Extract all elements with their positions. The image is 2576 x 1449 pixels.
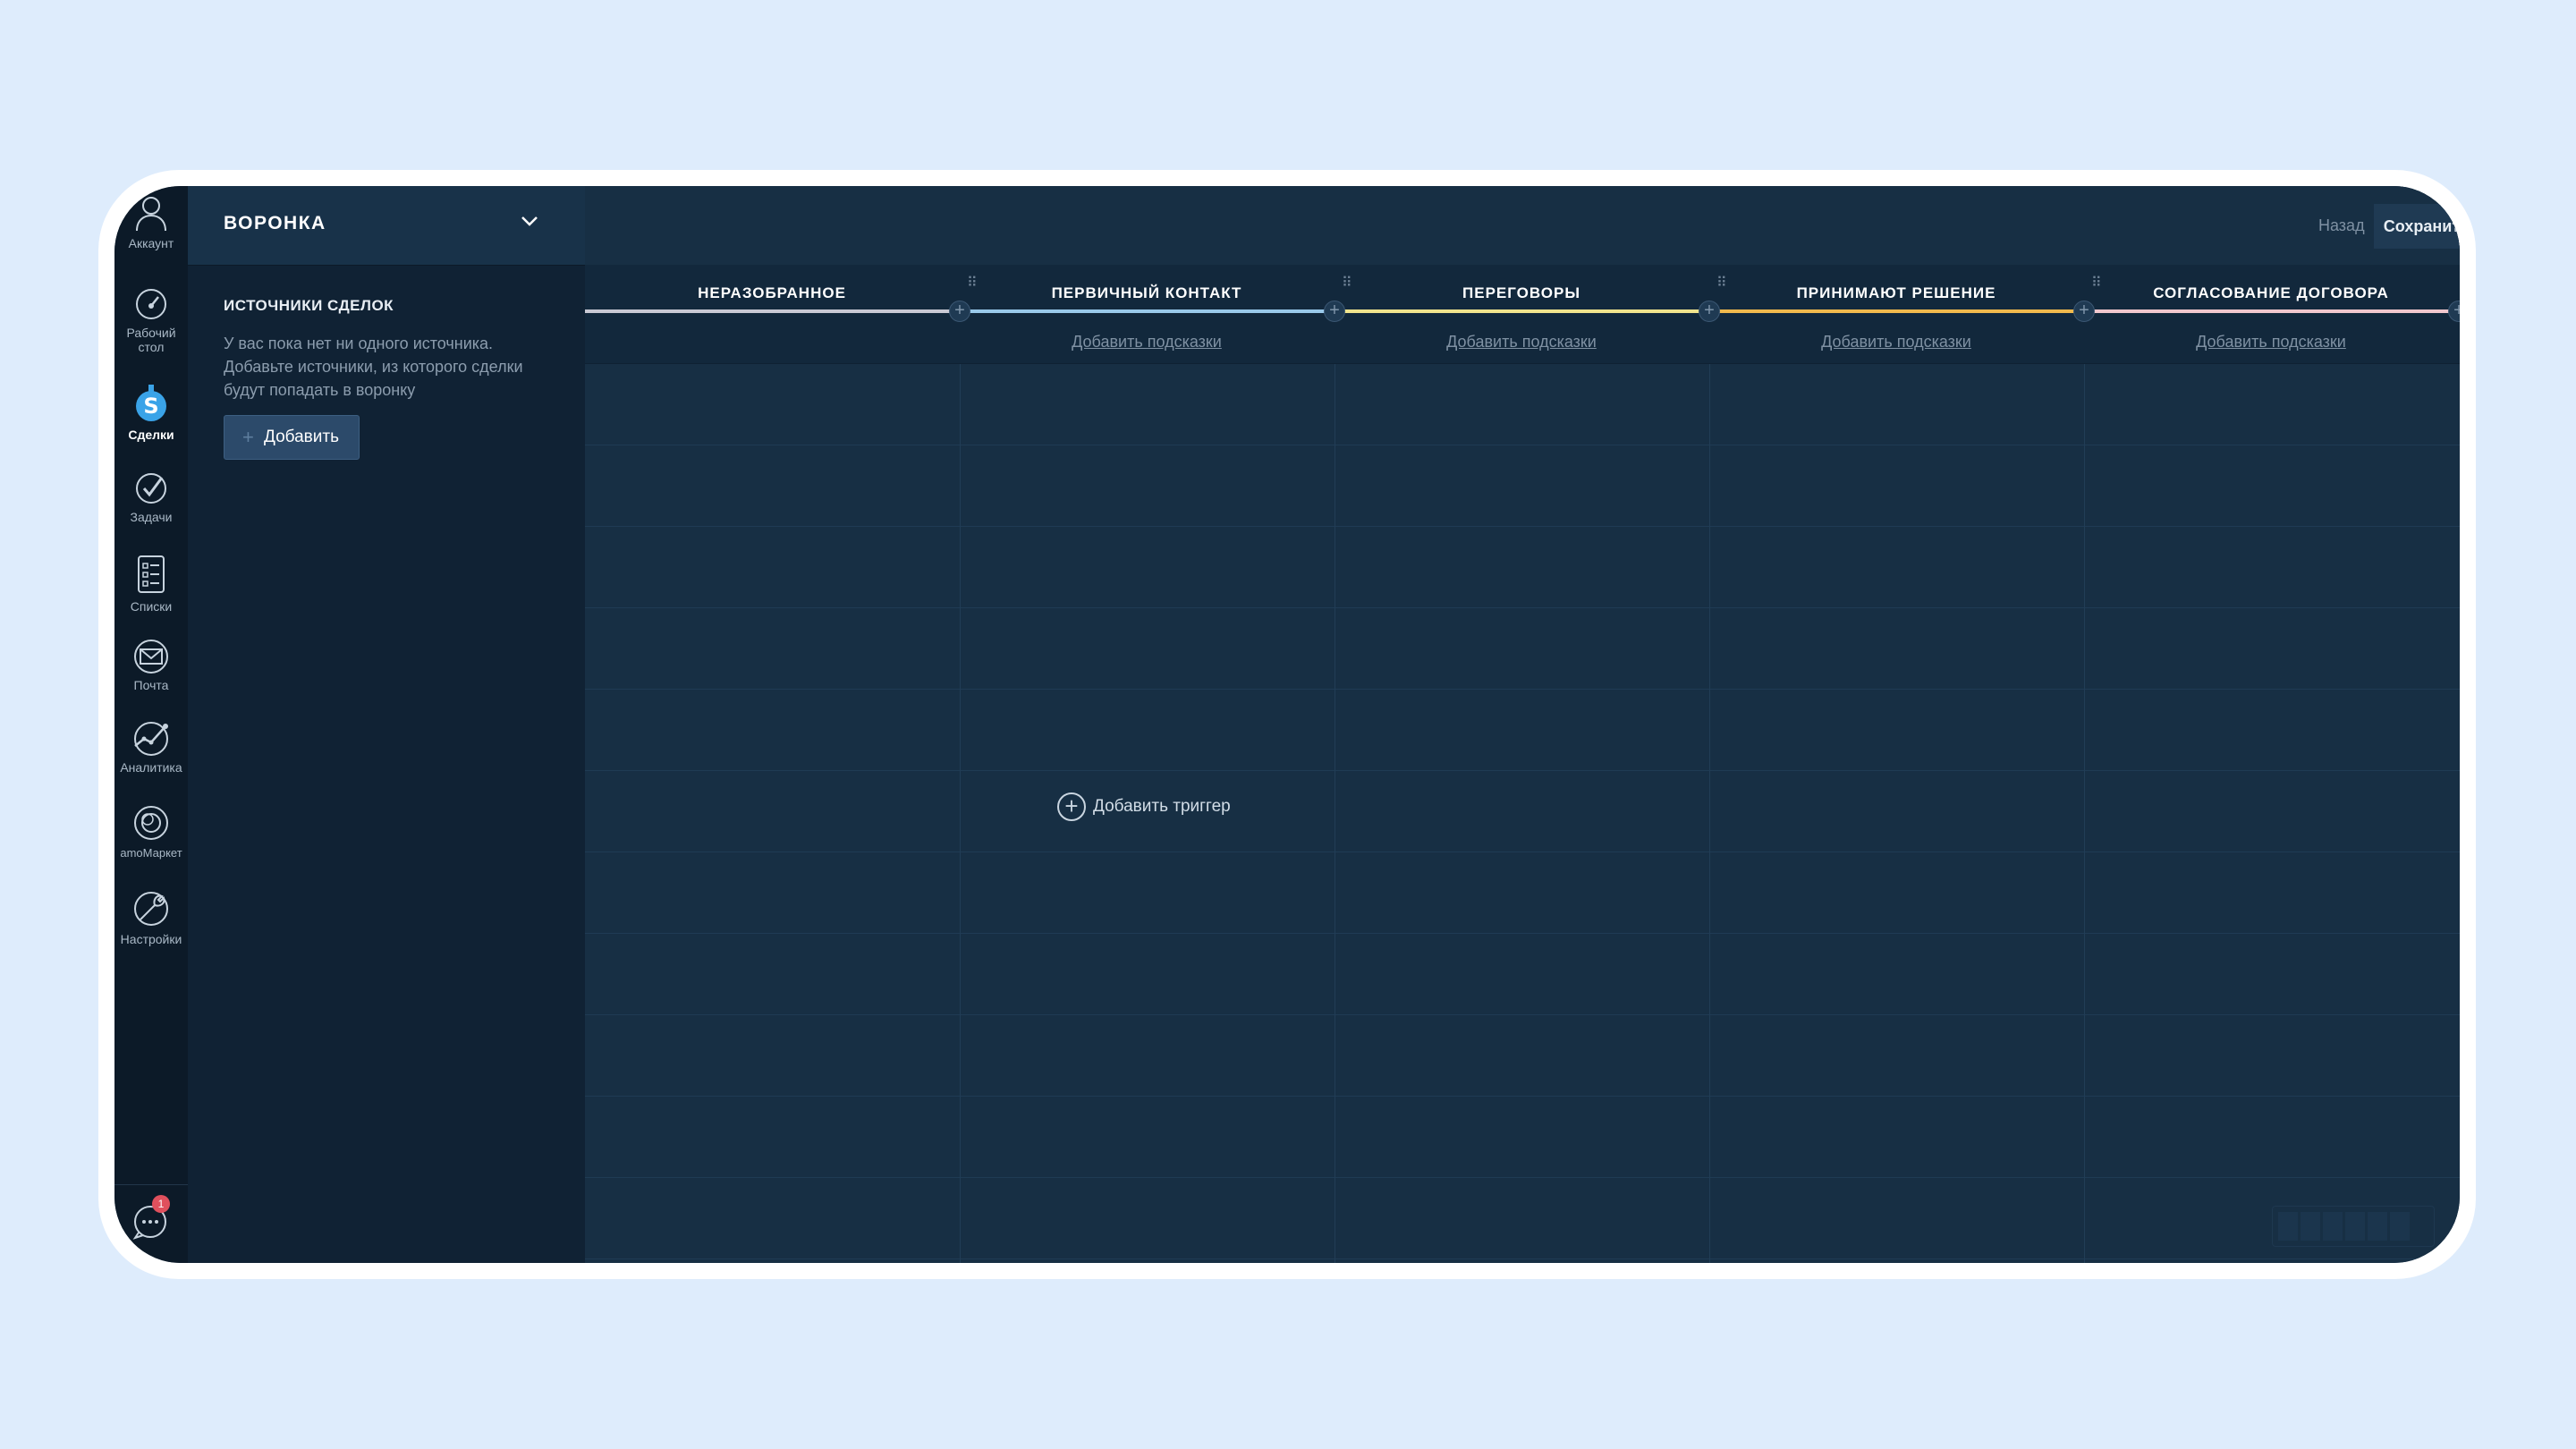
- nav-item-account[interactable]: Аккаунт: [114, 193, 188, 250]
- minimap-block: [2323, 1212, 2343, 1241]
- chevron-down-icon: [521, 216, 538, 226]
- save-button[interactable]: Сохранить: [2374, 204, 2460, 249]
- settings-icon: [134, 892, 168, 926]
- nav-item-label: Рабочий стол: [126, 326, 176, 354]
- stage-color-line: [2084, 309, 2458, 313]
- stage-name[interactable]: НЕРАЗОБРАННОЕ: [585, 284, 959, 302]
- deals-icon: S: [136, 385, 166, 421]
- left-nav: Аккаунт Рабочий стол S Сделки Задачи Спи…: [114, 186, 188, 1263]
- grid-row-line: [585, 933, 2460, 934]
- grid-row-line: [585, 1096, 2460, 1097]
- add-source-button[interactable]: + Добавить: [224, 415, 360, 460]
- svg-text:S: S: [143, 394, 158, 419]
- nav-item-analytics[interactable]: Аналитика: [114, 719, 188, 775]
- nav-item-deals[interactable]: S Сделки: [114, 385, 188, 442]
- nav-item-label: Настройки: [120, 932, 182, 946]
- back-button[interactable]: Назад: [2318, 216, 2365, 235]
- grid-row-line: [585, 689, 2460, 690]
- grid-row-line: [585, 1014, 2460, 1015]
- stage-name[interactable]: ПЕРВИЧНЫЙ КОНТАКТ: [960, 284, 1334, 302]
- app-screen: Аккаунт Рабочий стол S Сделки Задачи Спи…: [114, 186, 2460, 1263]
- funnel-title: ВОРОНКА: [224, 213, 326, 233]
- minimap-block: [2368, 1212, 2387, 1241]
- add-hints-link[interactable]: Добавить подсказки: [2084, 333, 2458, 352]
- top-bar: Назад Сохранить: [585, 186, 2460, 266]
- market-icon: [134, 806, 168, 840]
- grid-row-line: [585, 607, 2460, 608]
- pipeline-editor: Назад Сохранить НЕРАЗОБРАННОЕ ⠿ ПЕРВИЧНЫ…: [585, 186, 2460, 1263]
- sources-title: ИСТОЧНИКИ СДЕЛОК: [224, 297, 394, 314]
- nav-item-label: Аналитика: [120, 760, 182, 775]
- nav-item-market[interactable]: amoМаркет: [114, 803, 188, 860]
- funnel-sidebar: ВОРОНКА ИСТОЧНИКИ СДЕЛОК У вас пока нет …: [188, 186, 585, 1263]
- stage-column: ⠿ СОГЛАСОВАНИЕ ДОГОВОРА Добавить подсказ…: [2084, 265, 2458, 363]
- nav-item-mail[interactable]: Почта: [114, 639, 188, 692]
- minimap[interactable]: [2272, 1206, 2435, 1247]
- stage-name[interactable]: ПЕРЕГОВОРЫ: [1335, 284, 1708, 302]
- add-stage-button[interactable]: +: [949, 301, 970, 322]
- nav-item-label: Сделки: [128, 428, 174, 442]
- lists-icon: [138, 555, 165, 593]
- minimap-block: [2345, 1212, 2365, 1241]
- trigger-grid: [585, 364, 2460, 1263]
- sources-empty-text: У вас пока нет ни одного источника. Доба…: [224, 335, 523, 399]
- plus-circle-icon: +: [1057, 792, 1086, 821]
- nav-divider: [114, 1184, 188, 1185]
- tasks-icon: [136, 473, 166, 504]
- stage-name[interactable]: ПРИНИМАЮТ РЕШЕНИЕ: [1709, 284, 2083, 302]
- stages-header: НЕРАЗОБРАННОЕ ⠿ ПЕРВИЧНЫЙ КОНТАКТ Добави…: [585, 265, 2460, 364]
- chat-badge: 1: [152, 1195, 170, 1213]
- stage-color-line: [1335, 309, 1708, 313]
- nav-item-tasks[interactable]: Задачи: [114, 470, 188, 524]
- minimap-block: [2278, 1212, 2298, 1241]
- stage-column: НЕРАЗОБРАННОЕ: [585, 265, 959, 363]
- grid-row-line: [585, 770, 2460, 771]
- stage-color-line: [960, 309, 1334, 313]
- nav-item-label: Списки: [130, 599, 173, 614]
- avatar-icon: [136, 197, 166, 232]
- grid-row-line: [585, 526, 2460, 527]
- grid-row-line: [585, 1177, 2460, 1178]
- minimap-block: [2390, 1212, 2410, 1241]
- nav-item-dashboard[interactable]: Рабочий стол: [114, 286, 188, 354]
- dashboard-icon: [136, 289, 166, 319]
- device-frame: Аккаунт Рабочий стол S Сделки Задачи Спи…: [98, 170, 2476, 1279]
- nav-item-label: Задачи: [130, 510, 173, 524]
- stage-name[interactable]: СОГЛАСОВАНИЕ ДОГОВОРА: [2084, 284, 2458, 302]
- nav-item-lists[interactable]: Списки: [114, 553, 188, 614]
- minimap-block: [2301, 1212, 2320, 1241]
- grid-column-line: [2084, 364, 2085, 1263]
- nav-item-label: Аккаунт: [128, 236, 174, 250]
- add-hints-link[interactable]: Добавить подсказки: [1335, 333, 1708, 352]
- grid-row-line: [585, 1258, 2460, 1259]
- add-hints-link[interactable]: Добавить подсказки: [1709, 333, 2083, 352]
- add-trigger-label: Добавить триггер: [1093, 797, 1231, 816]
- nav-item-settings[interactable]: Настройки: [114, 889, 188, 946]
- grid-column-line: [960, 364, 961, 1263]
- add-stage-button[interactable]: +: [1699, 301, 1720, 322]
- nav-item-label: amoМаркет: [120, 846, 182, 860]
- plus-icon: +: [242, 426, 254, 448]
- add-source-label: Добавить: [264, 428, 339, 446]
- add-stage-button[interactable]: +: [1324, 301, 1345, 322]
- stage-column: ⠿ ПЕРВИЧНЫЙ КОНТАКТ Добавить подсказки: [960, 265, 1334, 363]
- analytics-icon: [134, 722, 168, 756]
- stage-color-line: [585, 309, 959, 313]
- add-stage-button[interactable]: +: [2073, 301, 2095, 322]
- stage-column: ⠿ ПЕРЕГОВОРЫ Добавить подсказки: [1335, 265, 1708, 363]
- nav-item-label: Почта: [133, 678, 169, 692]
- add-hints-link[interactable]: Добавить подсказки: [960, 333, 1334, 352]
- grid-column-line: [1709, 364, 1710, 1263]
- stage-column: ⠿ ПРИНИМАЮТ РЕШЕНИЕ Добавить подсказки: [1709, 265, 2083, 363]
- add-trigger-button[interactable]: + Добавить триггер: [1057, 792, 1231, 821]
- mail-icon: [134, 640, 168, 674]
- funnel-selector[interactable]: ВОРОНКА: [188, 186, 585, 266]
- stage-color-line: [1709, 309, 2083, 313]
